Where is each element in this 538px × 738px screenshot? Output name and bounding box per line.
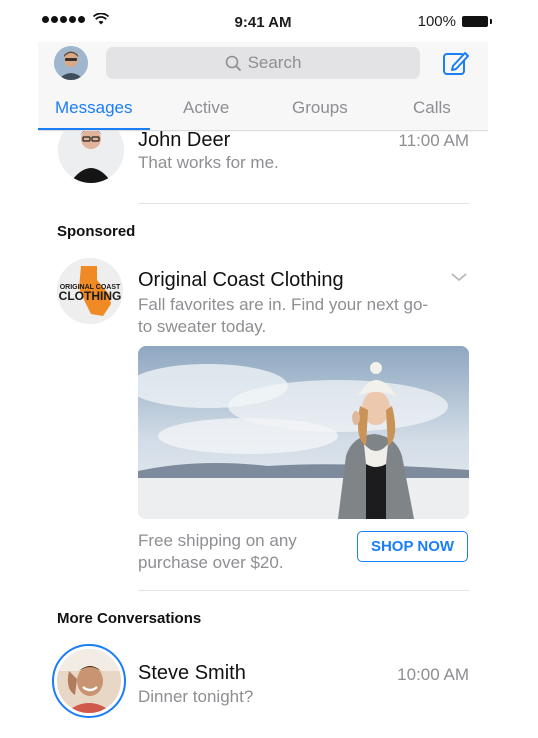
signal-icon <box>42 13 109 25</box>
message-preview: Dinner tonight? <box>138 687 254 706</box>
search-input[interactable]: Search <box>106 47 420 79</box>
ad-footer: Free shipping on any purchase over $20. <box>138 530 297 574</box>
divider <box>138 203 469 204</box>
search-placeholder: Search <box>247 53 302 72</box>
contact-name: Steve Smith <box>138 662 246 684</box>
ad-body-line2: to sweater today. <box>138 317 267 336</box>
ad-footer-line2: purchase over $20. <box>138 553 284 572</box>
ad-body-line1: Fall favorites are in. Find your next go… <box>138 295 429 314</box>
tab-active[interactable]: Active <box>183 98 229 118</box>
tab-bar: Messages Active Groups Calls <box>38 94 488 130</box>
section-title-sponsored: Sponsored <box>57 223 136 240</box>
ad-image[interactable] <box>138 346 469 519</box>
message-time: 10:00 AM <box>397 665 469 684</box>
status-bar: 9:41 AM 100% <box>38 0 492 42</box>
wifi-icon <box>93 13 109 25</box>
battery-icon <box>462 16 492 27</box>
compose-icon[interactable] <box>441 48 471 78</box>
ad-footer-line1: Free shipping on any <box>138 531 297 550</box>
divider <box>138 590 469 591</box>
status-time: 9:41 AM <box>234 14 292 31</box>
advertiser-logo[interactable]: ORIGINAL COAST CLOTHING <box>57 258 123 324</box>
profile-avatar[interactable] <box>54 46 88 80</box>
chevron-down-icon[interactable] <box>450 271 468 283</box>
tab-messages[interactable]: Messages <box>55 98 132 118</box>
ad-body: Fall favorites are in. Find your next go… <box>138 294 468 338</box>
logo-text-line2: CLOTHING <box>59 289 122 303</box>
battery-percent: 100% <box>417 13 456 30</box>
message-time: 11:00 AM <box>398 131 469 150</box>
avatar <box>58 131 124 183</box>
advertiser-name[interactable]: Original Coast Clothing <box>138 269 344 292</box>
message-preview: That works for me. <box>138 153 279 172</box>
search-icon <box>225 55 241 71</box>
tab-groups[interactable]: Groups <box>292 98 348 118</box>
section-title-more-conversations: More Conversations <box>57 610 202 627</box>
conversation-row[interactable]: John Deer That works for me. 11:00 AM <box>38 131 488 203</box>
shop-now-button[interactable]: SHOP NOW <box>357 531 468 562</box>
avatar <box>57 649 121 713</box>
tab-calls[interactable]: Calls <box>413 98 451 118</box>
conversation-row[interactable]: Steve Smith Dinner tonight? 10:00 AM <box>38 640 488 730</box>
contact-name: John Deer <box>138 131 231 151</box>
